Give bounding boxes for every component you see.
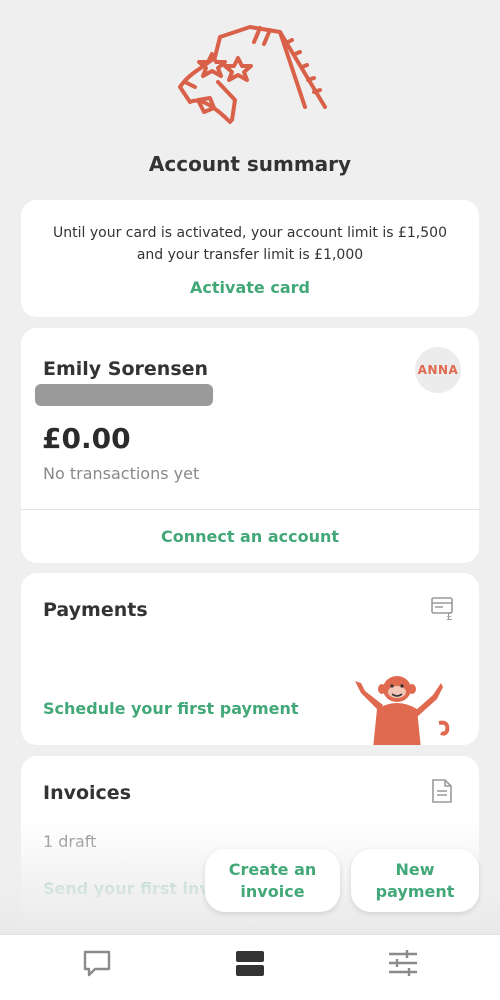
notice-line-1: Until your card is activated, your accou… <box>53 225 447 241</box>
notice-text: Until your card is activated, your accou… <box>21 222 479 266</box>
schedule-first-payment-link[interactable]: Schedule your first payment <box>43 699 299 718</box>
connect-account-link[interactable]: Connect an account <box>21 527 479 546</box>
invoice-draft-count: 1 draft <box>43 832 97 851</box>
divider <box>21 509 479 510</box>
anna-logo-badge: ANNA <box>415 347 461 393</box>
bottom-navigation <box>0 934 500 1000</box>
payments-card[interactable]: Payments £ Schedule your first payment <box>21 573 479 745</box>
redacted-account-details <box>35 384 213 406</box>
nav-chat[interactable] <box>77 945 117 981</box>
account-card[interactable]: Emily Sorensen ANNA £0.00 No transaction… <box>21 328 479 563</box>
svg-text:£: £ <box>446 610 453 621</box>
payments-title: Payments <box>43 599 148 621</box>
create-invoice-label: Create an invoice <box>228 859 317 901</box>
new-payment-button[interactable]: New payment <box>351 849 479 912</box>
nav-accounts[interactable] <box>230 945 270 981</box>
account-holder-name: Emily Sorensen <box>43 358 209 380</box>
monkey-illustration <box>347 673 455 745</box>
create-invoice-button[interactable]: Create an invoice <box>205 849 340 912</box>
document-icon <box>431 778 453 804</box>
chat-icon <box>83 950 111 977</box>
new-payment-label: New payment <box>375 859 455 901</box>
payment-receipt-icon: £ <box>430 595 456 623</box>
settings-sliders-icon <box>389 950 417 976</box>
page-title: Account summary <box>148 152 352 176</box>
accounts-icon <box>236 951 264 976</box>
invoices-title: Invoices <box>43 782 132 804</box>
transactions-status: No transactions yet <box>43 464 200 483</box>
activate-card-link[interactable]: Activate card <box>21 278 479 297</box>
nav-settings[interactable] <box>383 945 423 981</box>
account-balance: £0.00 <box>42 422 131 455</box>
giraffe-illustration <box>160 12 340 137</box>
card-activation-notice: Until your card is activated, your accou… <box>21 200 479 317</box>
notice-line-2: and your transfer limit is £1,000 <box>136 247 364 263</box>
